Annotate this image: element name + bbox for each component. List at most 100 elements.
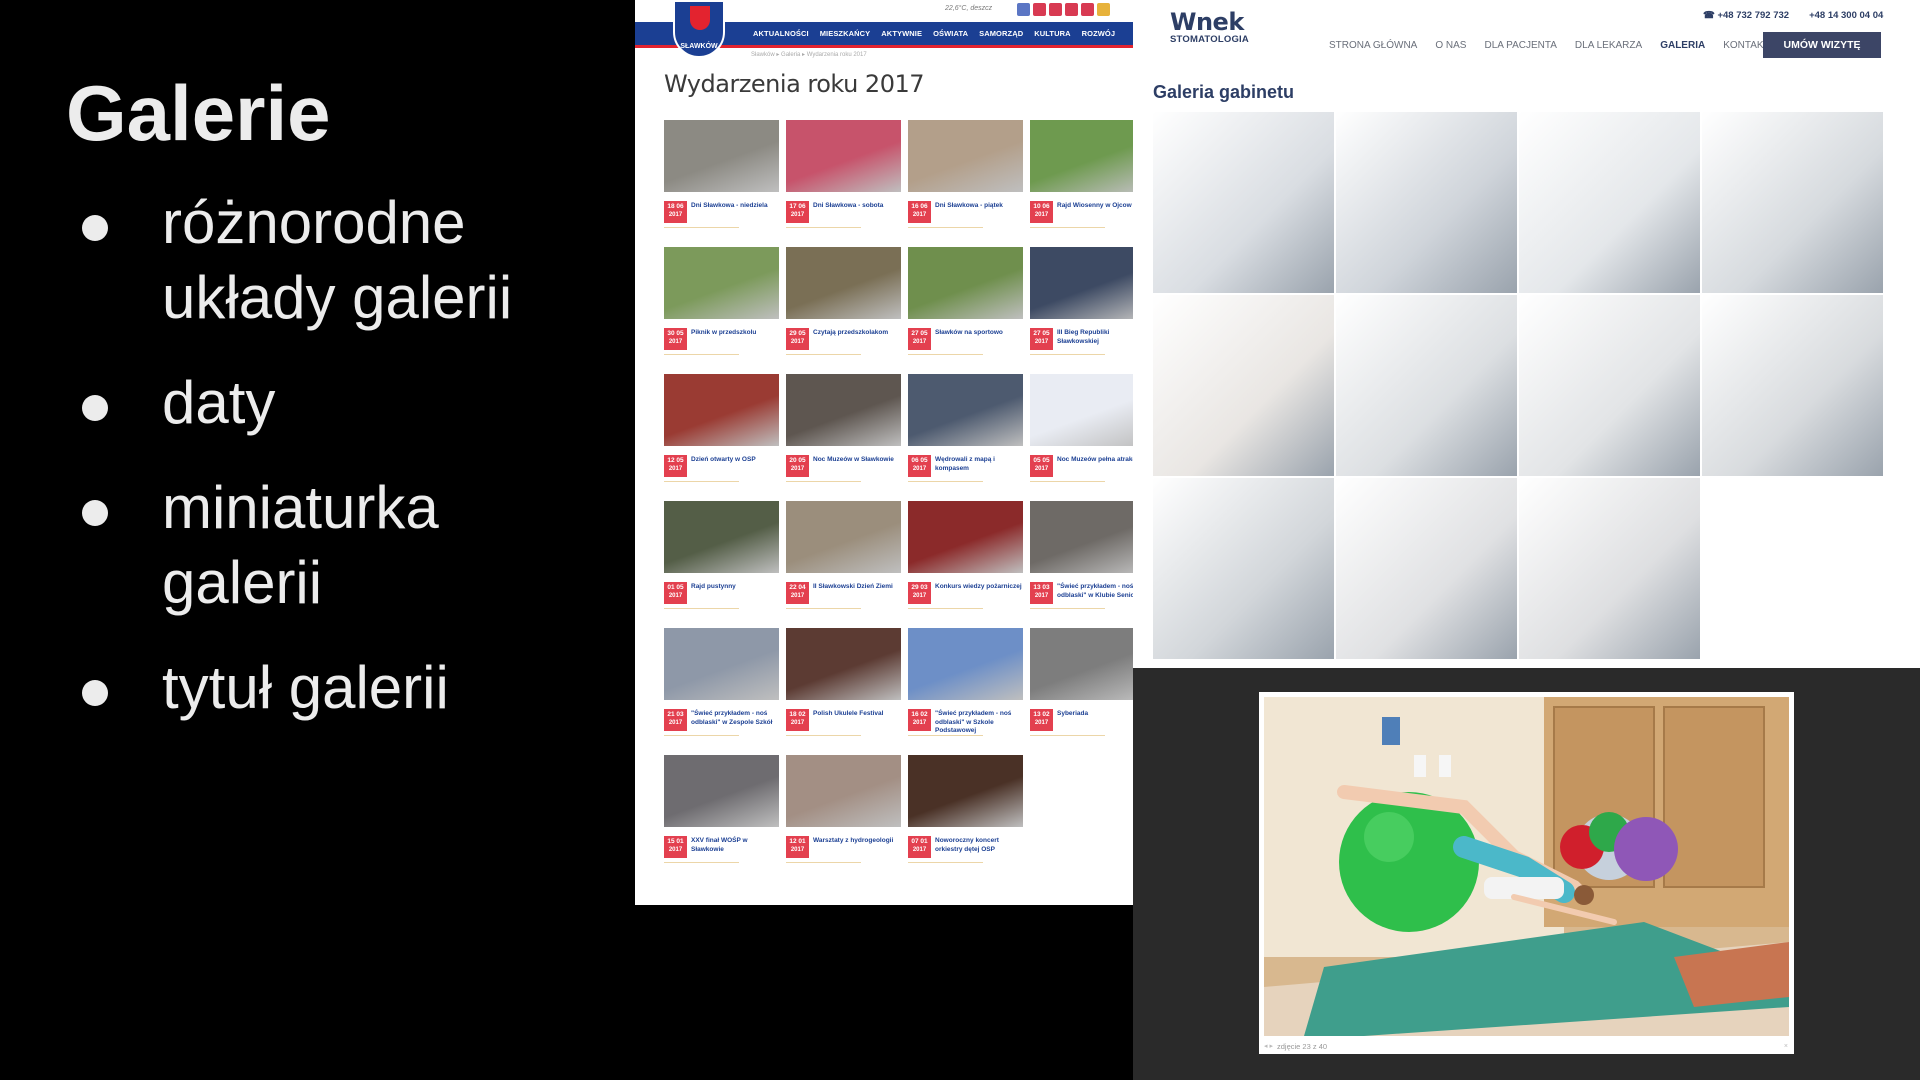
clinic-photo[interactable] [1519,478,1700,659]
gallery-card[interactable]: 27 05 2017 III Bieg Republiki Sławkowskiej [1030,247,1133,374]
gallery-thumbnail[interactable] [664,120,779,192]
gallery-title-link[interactable]: Noworoczny koncert orkiestry dętej OSP [935,837,1023,854]
gallery-title-link[interactable]: "Świeć przykładem - noś odblaski" w Szko… [935,710,1023,736]
gallery-thumbnail[interactable] [786,501,901,573]
bip-icon[interactable] [1097,3,1110,16]
gallery-thumbnail[interactable] [664,247,779,319]
gallery-thumbnail[interactable] [786,120,901,192]
gallery-card[interactable]: 13 03 2017 "Świeć przykładem - noś odblask… [1030,501,1133,628]
gallery-thumbnail[interactable] [908,501,1023,573]
clinic-photo[interactable] [1519,295,1700,476]
gallery-title-link[interactable]: II Sławkowski Dzień Ziemi [813,583,901,592]
gallery-thumbnail[interactable] [908,374,1023,446]
gallery-card[interactable]: 17 06 2017 Dni Sławkowa - sobota [786,120,901,247]
gallery-card[interactable]: 18 02 2017 Polish Ukulele Festival [786,628,901,755]
gallery-title-link[interactable]: Dzień otwarty w OSP [691,456,779,465]
gallery-card[interactable]: 15 01 2017 XXV finał WOŚP w Sławkowie [664,755,779,882]
gallery-card[interactable]: 05 05 2017 Noc Muzeów pełna atrakcji! [1030,374,1133,501]
mail-icon[interactable] [1065,3,1078,16]
gallery-thumbnail[interactable] [1030,120,1133,192]
gallery-title-link[interactable]: Rajd pustynny [691,583,779,592]
gallery-title-link[interactable]: Dni Sławkowa - piątek [935,202,1023,211]
gallery-title-link[interactable]: Polish Ukulele Festival [813,710,901,719]
gallery-thumbnail[interactable] [1030,247,1133,319]
lightbox-close-icon[interactable]: × [1784,1043,1788,1050]
gallery-thumbnail[interactable] [786,755,901,827]
slawkow-logo[interactable]: SŁAWKÓW [673,0,725,58]
gallery-title-link[interactable]: Noc Muzeów w Sławkowie [813,456,901,465]
gallery-title-link[interactable]: Sławków na sportowo [935,329,1023,338]
gallery-title-link[interactable]: "Świeć przykładem - noś odblaski" w Klub… [1057,583,1133,600]
nav-item[interactable]: STRONA GŁÓWNA [1329,40,1417,51]
gallery-card[interactable]: 21 03 2017 "Świeć przykładem - noś odblask… [664,628,779,755]
gallery-card[interactable]: 10 06 2017 Rajd Wiosenny w Ojcow [1030,120,1133,247]
gallery-title-link[interactable]: Warsztaty z hydrogeologii [813,837,901,846]
gallery-card[interactable]: 27 05 2017 Sławków na sportowo [908,247,1023,374]
nav-item[interactable]: SAMORZĄD [979,29,1023,38]
gallery-title-link[interactable]: Rajd Wiosenny w Ojcow [1057,202,1133,211]
gallery-card[interactable]: 07 01 2017 Noworoczny koncert orkiestry dę… [908,755,1023,882]
gallery-thumbnail[interactable] [1030,628,1133,700]
wnek-logo[interactable]: Wnek STOMATOLOGIA [1170,8,1249,45]
clinic-photo[interactable] [1153,295,1334,476]
clinic-photo[interactable] [1336,112,1517,293]
gallery-title-link[interactable]: Dni Sławkowa - sobota [813,202,901,211]
clinic-photo[interactable] [1153,478,1334,659]
gallery-title-link[interactable]: Wędrowali z mapą i kompasem [935,456,1023,473]
gallery-card[interactable]: 16 06 2017 Dni Sławkowa - piątek [908,120,1023,247]
youtube-icon[interactable] [1033,3,1046,16]
gallery-card[interactable]: 30 05 2017 Piknik w przedszkolu [664,247,779,374]
nav-item[interactable]: O NAS [1435,40,1466,51]
nav-item[interactable]: MIESZKAŃCY [820,29,871,38]
gallery-title-link[interactable]: III Bieg Republiki Sławkowskiej [1057,329,1133,346]
gallery-thumbnail[interactable] [908,755,1023,827]
gallery-title-link[interactable]: Czytają przedszkolakom [813,329,901,338]
gallery-thumbnail[interactable] [1030,374,1133,446]
gallery-card[interactable]: 29 05 2017 Czytają przedszkolakom [786,247,901,374]
nav-item[interactable]: GALERIA [1660,40,1705,51]
gallery-card[interactable]: 18 06 2017 Dni Sławkowa - niedziela [664,120,779,247]
clinic-photo[interactable] [1336,295,1517,476]
gallery-card[interactable]: 12 01 2017 Warsztaty z hydrogeologii [786,755,901,882]
book-visit-button[interactable]: UMÓW WIZYTĘ [1763,32,1881,58]
rss-icon[interactable] [1081,3,1094,16]
phone-link[interactable]: +48 14 300 04 04 [1809,10,1883,21]
clinic-photo[interactable] [1153,112,1334,293]
nav-item[interactable]: ROZWÓJ [1082,29,1116,38]
gallery-card[interactable]: 13 02 2017 Syberiada [1030,628,1133,755]
gallery-card[interactable]: 12 05 2017 Dzień otwarty w OSP [664,374,779,501]
nav-item[interactable]: DLA LEKARZA [1575,40,1642,51]
clinic-photo[interactable] [1336,478,1517,659]
nav-item[interactable]: AKTYWNIE [881,29,922,38]
clinic-photo[interactable] [1702,112,1883,293]
facebook-icon[interactable] [1049,3,1062,16]
gallery-thumbnail[interactable] [908,247,1023,319]
accessibility-icon[interactable] [1017,3,1030,16]
gallery-title-link[interactable]: Dni Sławkowa - niedziela [691,202,779,211]
gallery-thumbnail[interactable] [1030,501,1133,573]
gallery-title-link[interactable]: Konkurs wiedzy pożarniczej [935,583,1023,592]
gallery-thumbnail[interactable] [664,374,779,446]
gallery-card[interactable]: 06 05 2017 Wędrowali z mapą i kompasem [908,374,1023,501]
breadcrumb[interactable]: Sławków ▸ Galeria ▸ Wydarzenia roku 2017 [751,51,867,58]
lightbox-prev-next-icon[interactable]: ◂ ▸ [1264,1042,1273,1050]
gallery-title-link[interactable]: Piknik w przedszkolu [691,329,779,338]
gallery-thumbnail[interactable] [664,755,779,827]
phone-link[interactable]: ☎ +48 732 792 732 [1703,10,1789,21]
gallery-card[interactable]: 29 03 2017 Konkurs wiedzy pożarniczej [908,501,1023,628]
gallery-title-link[interactable]: Noc Muzeów pełna atrakcji! [1057,456,1133,465]
nav-item[interactable]: KULTURA [1034,29,1070,38]
gallery-thumbnail[interactable] [786,374,901,446]
gallery-card[interactable]: 16 02 2017 "Świeć przykładem - noś odblask… [908,628,1023,755]
gallery-thumbnail[interactable] [664,628,779,700]
gallery-title-link[interactable]: XXV finał WOŚP w Sławkowie [691,837,779,854]
clinic-photo[interactable] [1702,295,1883,476]
gallery-title-link[interactable]: Syberiada [1057,710,1133,719]
nav-item[interactable]: DLA PACJENTA [1484,40,1556,51]
gallery-card[interactable]: 20 05 2017 Noc Muzeów w Sławkowie [786,374,901,501]
gallery-thumbnail[interactable] [786,247,901,319]
gallery-title-link[interactable]: "Świeć przykładem - noś odblaski" w Zesp… [691,710,779,727]
gallery-thumbnail[interactable] [908,120,1023,192]
clinic-photo[interactable] [1519,112,1700,293]
gallery-card[interactable]: 22 04 2017 II Sławkowski Dzień Ziemi [786,501,901,628]
